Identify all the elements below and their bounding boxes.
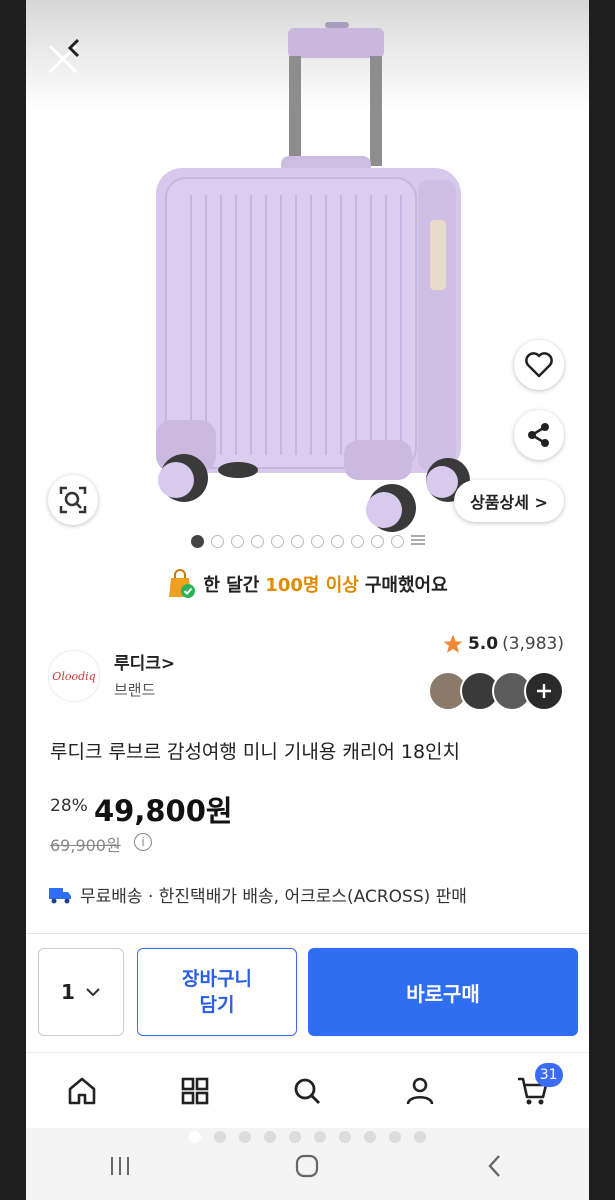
suitcase-image — [156, 22, 470, 532]
nav-search[interactable] — [279, 1063, 335, 1119]
share-button[interactable] — [514, 410, 564, 460]
page-dot — [389, 1131, 401, 1143]
cart-count-badge: 31 — [534, 1063, 563, 1087]
brand-name-link[interactable]: 루디크> — [114, 649, 175, 674]
product-image-carousel[interactable]: 상품상세 > — [26, 0, 589, 560]
page-dot — [364, 1131, 376, 1143]
more-reviews-button[interactable] — [524, 671, 564, 711]
share-icon — [528, 423, 549, 447]
wishlist-button[interactable] — [514, 340, 564, 390]
promo-suffix: 구매했어요 — [364, 575, 448, 596]
add-to-cart-button[interactable]: 장바구니 담기 — [137, 948, 297, 1036]
carousel-dot[interactable] — [270, 534, 284, 548]
divider — [26, 933, 589, 934]
rating-summary[interactable]: 5.0 (3,983) — [442, 633, 564, 655]
shipping-text: 무료배송 · 한진택배가 배송, 어크로스(ACROSS) 판매 — [80, 887, 467, 907]
page-dot — [414, 1131, 426, 1143]
original-price: 69,900원 — [50, 836, 121, 855]
page-dot — [339, 1131, 351, 1143]
brand-label: 브랜드 — [114, 681, 156, 699]
sale-price: 49,800원 — [94, 794, 233, 828]
nav-home[interactable] — [54, 1063, 110, 1119]
page-indicator — [26, 1128, 589, 1146]
page-dot — [289, 1131, 301, 1143]
star-icon — [443, 634, 463, 653]
system-nav-buttons — [26, 1146, 589, 1186]
nav-cart[interactable]: 31 — [505, 1063, 563, 1119]
purchase-count-banner: 한 달간 100명 이상 구매했어요 — [26, 566, 589, 602]
brand-row: Oloodiq 루디크> 브랜드 5.0 (3,983) — [48, 634, 568, 711]
buy-now-button[interactable]: 바로구매 — [308, 948, 578, 1036]
rating-score: 5.0 — [467, 634, 499, 654]
promo-highlight: 100명 이상 — [265, 575, 359, 596]
carousel-dot[interactable] — [350, 534, 364, 548]
carousel-dot[interactable] — [290, 534, 304, 548]
discount-rate: 28% — [50, 796, 88, 816]
review-count: (3,983) — [502, 634, 564, 654]
cart-label-line1: 장바구니 — [182, 968, 252, 990]
recent-apps-icon[interactable] — [105, 1154, 135, 1178]
carousel-dot[interactable] — [210, 534, 224, 548]
cart-label-line2: 담기 — [199, 994, 235, 1016]
carousel-dot[interactable] — [310, 534, 324, 548]
promo-prefix: 한 달간 — [203, 575, 260, 596]
chevron-down-icon — [86, 988, 100, 997]
home-icon — [68, 1077, 96, 1105]
product-detail-chip[interactable]: 상품상세 > — [454, 480, 564, 522]
phone-screen: 상품상세 > 한 달간 100명 이상 구매했어요 Oloodiq 루디크> 브… — [26, 0, 589, 1200]
review-photo-thumbs[interactable] — [428, 671, 564, 711]
delivery-truck-icon — [49, 887, 71, 903]
nav-my-page[interactable] — [392, 1063, 448, 1119]
shopping-bag-check-icon — [169, 569, 196, 598]
carousel-dot[interactable] — [390, 534, 404, 548]
page-dot — [264, 1131, 276, 1143]
user-icon — [406, 1077, 434, 1105]
quantity-value: 1 — [61, 980, 75, 1004]
home-button-icon[interactable] — [292, 1151, 322, 1181]
close-back-button[interactable] — [36, 30, 86, 80]
search-icon — [295, 1078, 321, 1104]
product-title: 루디크 루브르 감성여행 미니 기내용 캐리어 18인치 — [50, 741, 461, 763]
page-dot — [314, 1131, 326, 1143]
page-dot — [239, 1131, 251, 1143]
price-info-icon[interactable]: i — [134, 833, 152, 851]
quantity-select[interactable]: 1 — [38, 948, 124, 1036]
carousel-dot[interactable] — [190, 534, 204, 548]
grid-icon — [181, 1077, 209, 1105]
nav-categories[interactable] — [167, 1063, 223, 1119]
bottom-navigation: 31 — [26, 1052, 589, 1129]
page-dot — [189, 1131, 201, 1143]
heart-icon — [525, 352, 553, 378]
close-icon — [48, 38, 80, 74]
carousel-dot[interactable] — [370, 534, 384, 548]
back-icon[interactable] — [480, 1151, 510, 1181]
page-dot — [214, 1131, 226, 1143]
lens-search-icon — [59, 486, 87, 514]
shipping-info: 무료배송 · 한진택배가 배송, 어크로스(ACROSS) 판매 — [48, 882, 467, 907]
brand-logo[interactable]: Oloodiq — [48, 650, 100, 702]
carousel-indicator — [26, 531, 589, 551]
gallery-grid-icon[interactable] — [410, 535, 425, 547]
carousel-dot[interactable] — [330, 534, 344, 548]
image-search-button[interactable] — [48, 475, 98, 525]
carousel-dot[interactable] — [230, 534, 244, 548]
carousel-dot[interactable] — [250, 534, 264, 548]
plus-icon — [537, 684, 551, 698]
